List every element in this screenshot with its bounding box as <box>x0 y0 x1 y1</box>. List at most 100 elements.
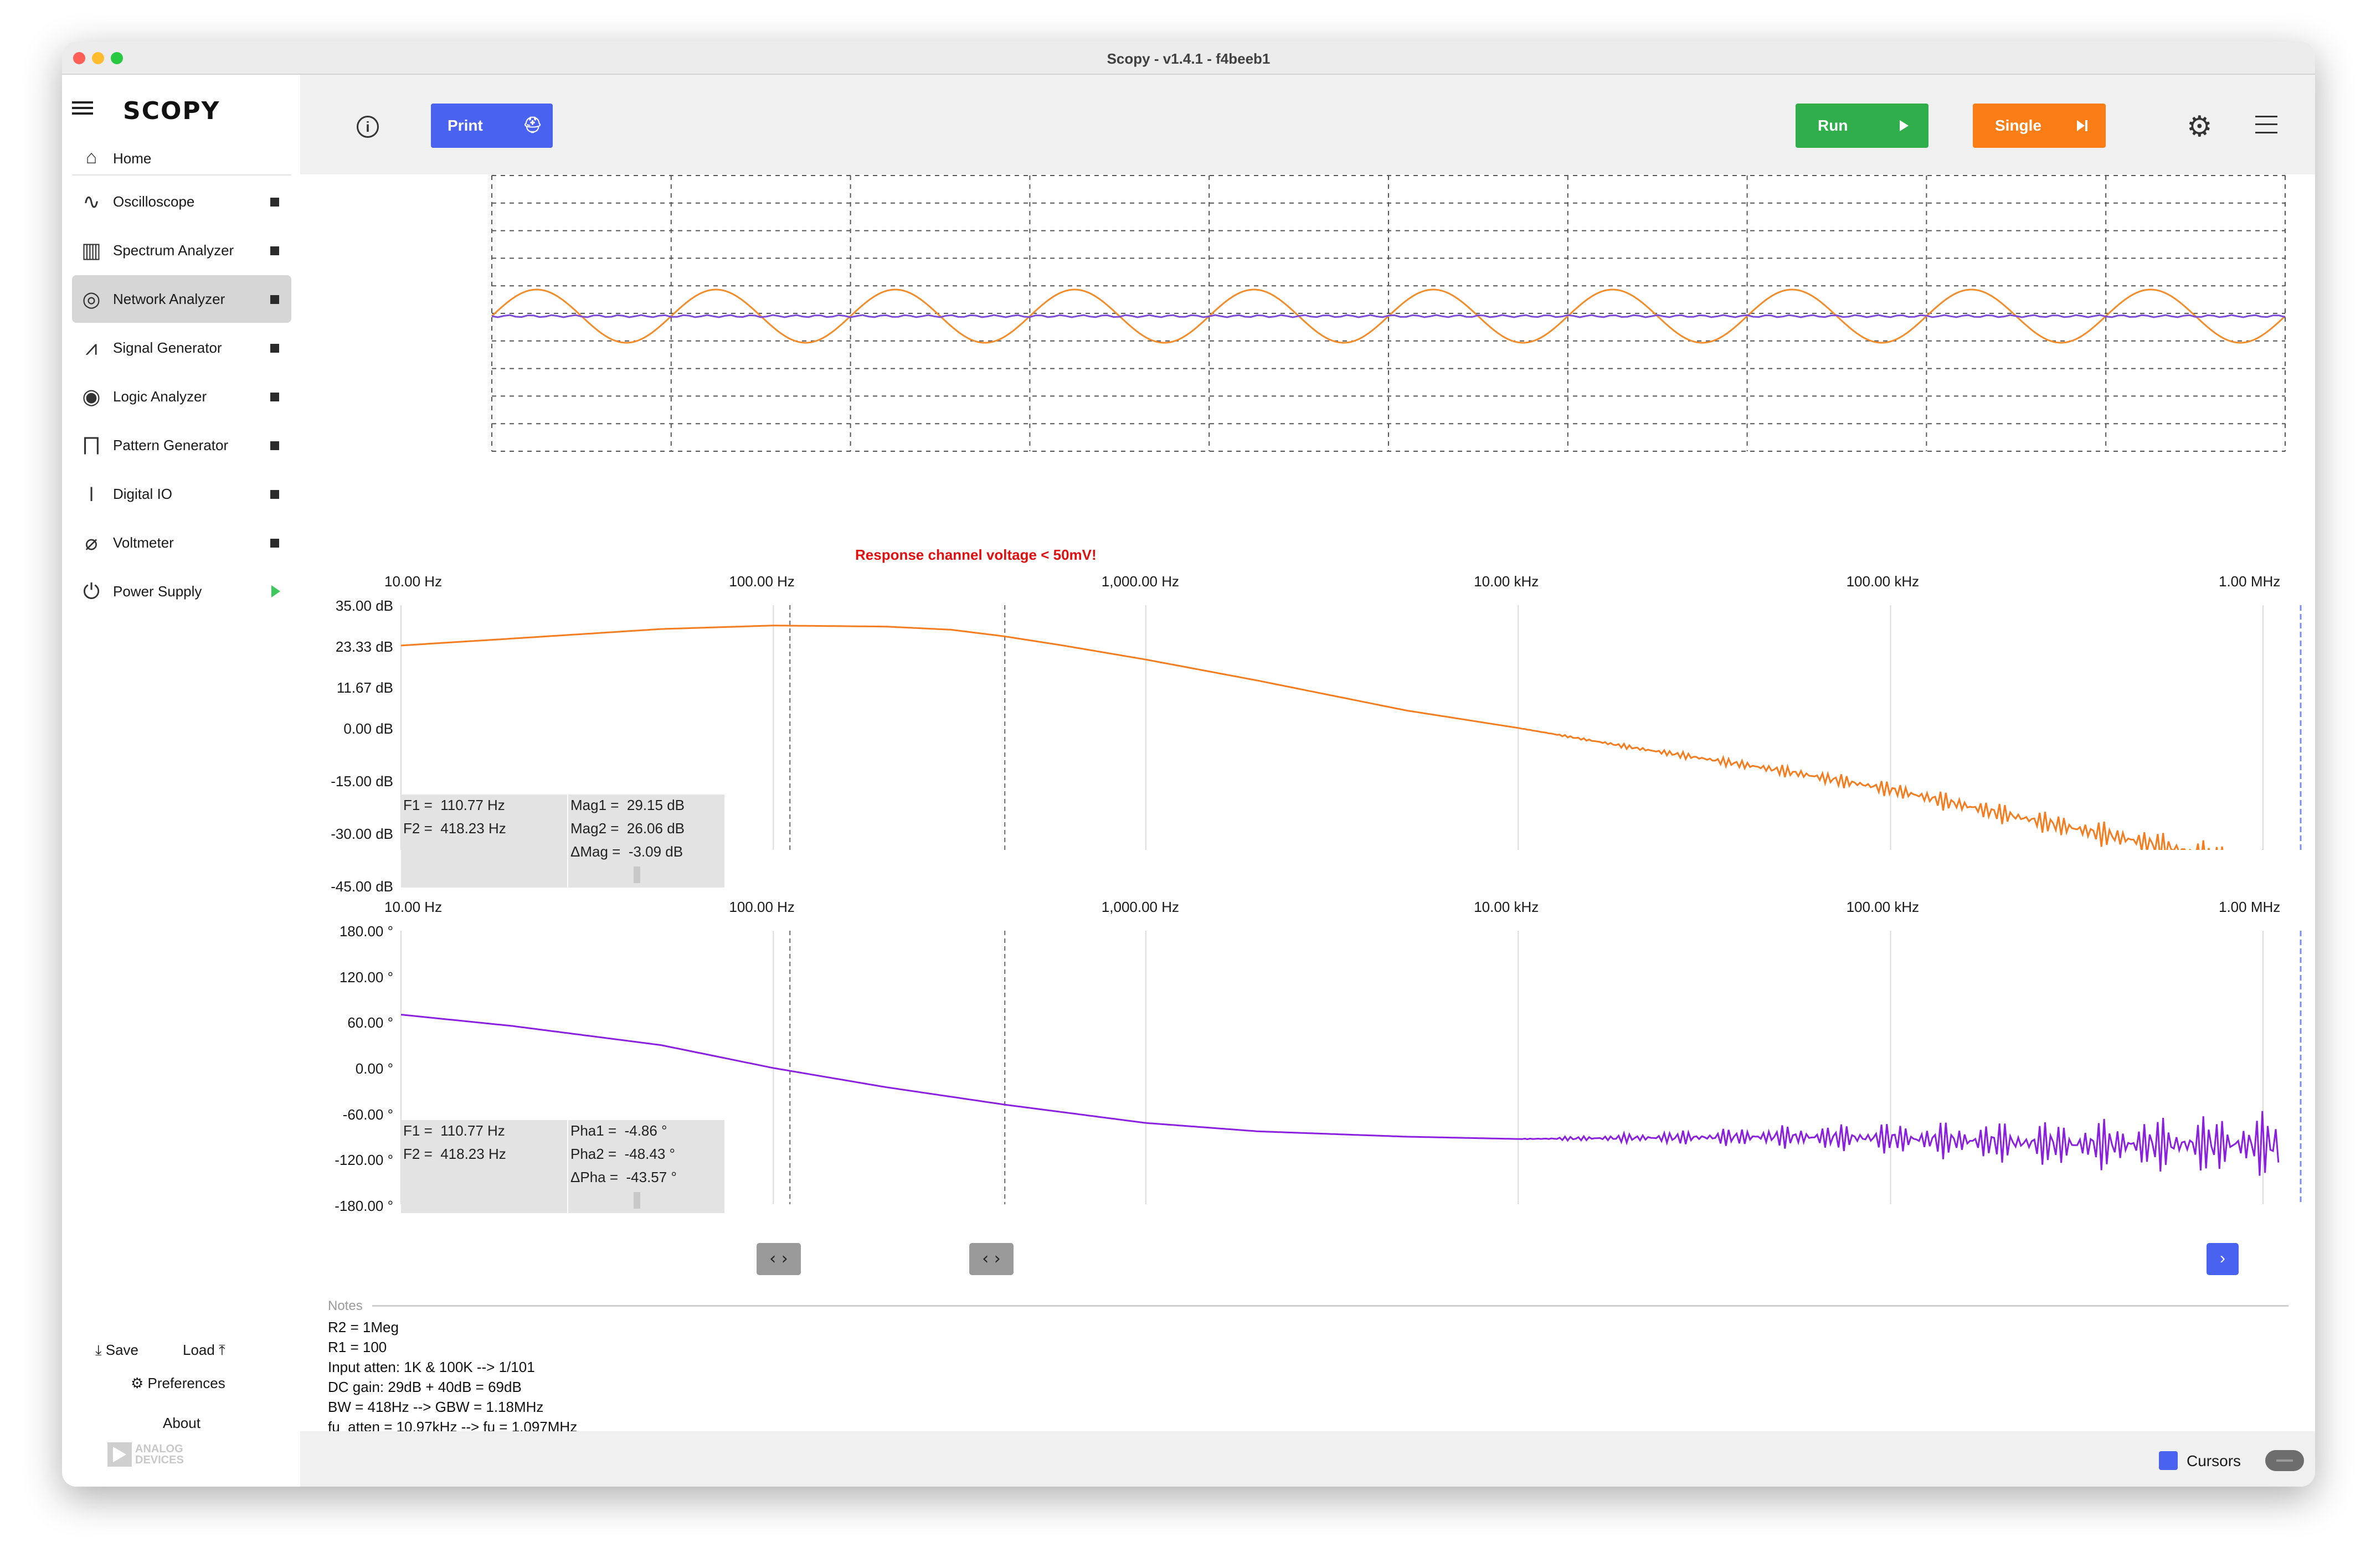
run-button[interactable]: Run <box>1796 104 1928 148</box>
preferences-label: Preferences <box>147 1375 225 1391</box>
window-title: Scopy - v1.4.1 - f4beeb1 <box>1107 50 1271 67</box>
delta-pha-value: -43.57 ° <box>626 1169 677 1185</box>
status-bar: Cursors <box>300 1431 2315 1487</box>
notes-line: Input atten: 1K & 100K --> 1/101 <box>328 1359 535 1375</box>
title-bar: Scopy - v1.4.1 - f4beeb1 <box>62 42 2315 75</box>
analog-devices-mark-icon <box>107 1442 132 1467</box>
stopped-indicator-icon[interactable] <box>270 441 279 450</box>
sidebar-item-logic-analyzer[interactable]: ◉ Logic Analyzer <box>72 373 291 420</box>
scopy-logo: SCOPY <box>123 97 220 125</box>
warning-text: Response channel voltage < 50mV! <box>855 546 1097 563</box>
digital-io-icon: ⏽ <box>83 482 100 506</box>
run-label: Run <box>1818 117 1848 134</box>
logic-analyzer-icon: ◉ <box>82 384 101 409</box>
divider <box>72 174 291 176</box>
sidebar-item-label: Network Analyzer <box>113 291 225 307</box>
sidebar-item-oscilloscope[interactable]: ∿ Oscilloscope <box>72 178 291 225</box>
sidebar: SCOPY ⌂ Home ∿ Oscilloscope ▥ Spectrum Anal… <box>62 75 300 1487</box>
print-icon: ⛑ <box>523 116 543 133</box>
network-analyzer-panel: i Print ⛑ Run Single ⚙ Response channel … <box>300 75 2315 1487</box>
running-indicator-icon[interactable] <box>271 585 280 597</box>
f1-label: F1 = <box>403 1122 433 1139</box>
network-analyzer-icon: ◎ <box>82 287 101 311</box>
mag1-label: Mag1 = <box>570 797 619 813</box>
power-supply-icon: ⏻ <box>83 579 100 604</box>
stopped-indicator-icon[interactable] <box>270 295 279 304</box>
spectrum-analyzer-icon: ▥ <box>81 238 101 262</box>
plot-area: Response channel voltage < 50mV! 10.00 H… <box>300 174 2315 1435</box>
sidebar-item-pattern-generator[interactable]: ⨅ Pattern Generator <box>72 421 291 469</box>
stopped-indicator-icon[interactable] <box>270 198 279 207</box>
analog-devices-logo: ANALOG DEVICES <box>107 1442 196 1467</box>
settings-gear-icon[interactable]: ⚙ <box>2187 110 2213 143</box>
sidebar-item-network-analyzer[interactable]: ◎ Network Analyzer <box>72 275 291 323</box>
sidebar-item-label: Oscilloscope <box>113 193 195 210</box>
mag1-value: 29.15 dB <box>626 797 685 813</box>
cursors-label: Cursors <box>2187 1452 2241 1469</box>
toolbar: i Print ⛑ Run Single ⚙ <box>300 75 2315 174</box>
notes-title: Notes <box>328 1298 363 1313</box>
stopped-indicator-icon[interactable] <box>270 539 279 548</box>
f1-value: 110.77 Hz <box>440 797 505 813</box>
notes-text[interactable]: R2 = 1Meg R1 = 100 Input atten: 1K & 100K … <box>328 1317 577 1437</box>
notes-divider <box>372 1305 2288 1307</box>
f2-value: 418.23 Hz <box>440 1146 506 1162</box>
scroll-handle[interactable] <box>634 866 640 883</box>
stopped-indicator-icon[interactable] <box>270 344 279 353</box>
delta-mag-value: -3.09 dB <box>628 843 683 860</box>
menu-settings-icon[interactable] <box>2255 116 2277 133</box>
save-label: Save <box>105 1342 138 1358</box>
play-icon <box>1900 120 1909 131</box>
pattern-generator-icon: ⨅ <box>83 433 100 457</box>
single-label: Single <box>1995 117 2042 134</box>
f2-value: 418.23 Hz <box>440 820 506 837</box>
stopped-indicator-icon[interactable] <box>270 393 279 401</box>
scroll-handle[interactable] <box>634 1192 640 1209</box>
load-button[interactable]: Load ⤒ <box>183 1342 225 1359</box>
analog-devices-text: ANALOG DEVICES <box>135 1443 184 1466</box>
preferences-icon: ⚙ <box>131 1375 144 1392</box>
sidebar-item-label: Power Supply <box>113 583 202 600</box>
notes-line: R1 = 100 <box>328 1339 387 1355</box>
save-icon: ⤓ <box>95 1342 102 1359</box>
cursor-2-handle[interactable]: ‹ › <box>969 1243 1014 1275</box>
sidebar-item-label: Home <box>113 150 152 167</box>
phase-cursor-readout: F1 = 110.77 Hz F2 = 418.23 Hz Pha1 = -4.… <box>401 1120 724 1213</box>
load-label: Load <box>183 1342 215 1358</box>
sidebar-item-voltmeter[interactable]: ⌀ Voltmeter <box>72 519 291 566</box>
sidebar-item-power-supply[interactable]: ⏻ Power Supply <box>72 568 291 615</box>
print-button[interactable]: Print ⛑ <box>431 104 553 148</box>
pha2-label: Pha2 = <box>570 1146 617 1162</box>
save-button[interactable]: ⤓ Save <box>95 1342 138 1359</box>
cursors-color-indicator <box>2159 1451 2178 1470</box>
info-icon[interactable]: i <box>357 116 379 138</box>
about-button[interactable]: About <box>163 1415 200 1432</box>
y-tick-label: -45.00 dB <box>331 878 393 895</box>
signal-generator-icon: ⩘ <box>85 336 97 360</box>
sidebar-item-digital-io[interactable]: ⏽ Digital IO <box>72 470 291 518</box>
home-icon: ⌂ <box>85 147 97 168</box>
print-label: Print <box>448 117 483 134</box>
sidebar-item-label: Logic Analyzer <box>113 388 207 405</box>
app-window: Scopy - v1.4.1 - f4beeb1 SCOPY ⌂ Home ∿ O… <box>62 42 2315 1487</box>
notes-line: DC gain: 29dB + 40dB = 69dB <box>328 1379 522 1395</box>
sidebar-item-signal-generator[interactable]: ⩘ Signal Generator <box>72 324 291 372</box>
cursors-toggle[interactable] <box>2265 1450 2304 1471</box>
f1-value: 110.77 Hz <box>440 1122 505 1139</box>
pha1-value: -4.86 ° <box>624 1122 667 1139</box>
preferences-button[interactable]: ⚙ Preferences <box>131 1375 225 1392</box>
time-domain-plot <box>491 175 2286 452</box>
f2-label: F2 = <box>403 1146 433 1162</box>
stopped-indicator-icon[interactable] <box>270 246 279 255</box>
notes-line: BW = 418Hz --> GBW = 1.18MHz <box>328 1399 544 1415</box>
single-button[interactable]: Single <box>1973 104 2106 148</box>
menu-icon[interactable] <box>72 101 93 115</box>
sidebar-item-spectrum-analyzer[interactable]: ▥ Spectrum Analyzer <box>72 226 291 274</box>
load-icon: ⤒ <box>219 1342 225 1359</box>
f1-label: F1 = <box>403 797 433 813</box>
sidebar-item-home[interactable]: ⌂ Home <box>72 141 291 174</box>
cursor-1-handle[interactable]: ‹ › <box>757 1243 801 1275</box>
stopped-indicator-icon[interactable] <box>270 490 279 499</box>
mag2-value: 26.06 dB <box>626 820 685 837</box>
expand-settings-button[interactable]: › <box>2207 1243 2239 1275</box>
